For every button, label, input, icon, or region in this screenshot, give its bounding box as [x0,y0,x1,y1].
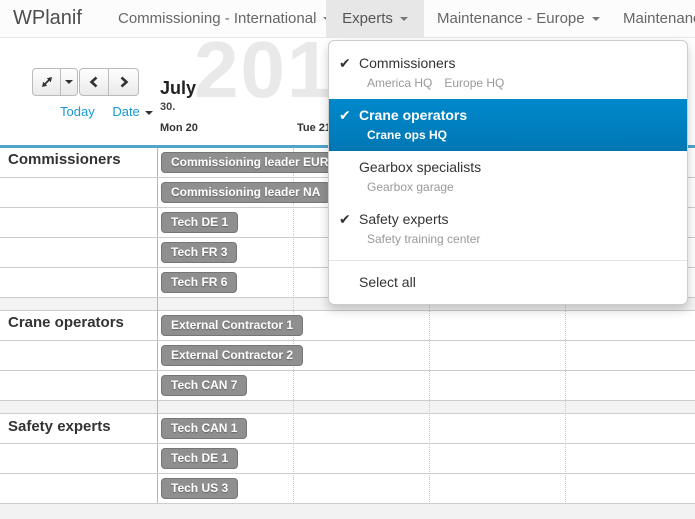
menu-item-gearbox-specialists[interactable]: ✔ Gearbox specialists Gearbox garage [329,151,687,203]
today-link[interactable]: Today [60,104,95,119]
menu-item-label: Crane operators [359,105,467,125]
check-icon: ✔ [329,53,359,73]
menu-item-commissioners[interactable]: ✔ Commissioners America HQ Europe HQ [329,47,687,99]
resource-bar[interactable]: Tech CAN 7 [161,375,247,396]
check-icon: ✔ [329,209,359,229]
caret-down-icon [65,80,73,84]
nav-item-experts[interactable]: Experts [326,0,424,37]
site-label: Gearbox garage [367,180,454,194]
menu-item-label: Select all [359,272,416,292]
nav-item-maintenance-europe[interactable]: Maintenance - Europe [423,0,614,37]
resource-bar[interactable]: Commissioning leader NA [161,182,330,203]
menu-divider [329,260,687,261]
resource-bar[interactable]: Tech CAN 1 [161,418,247,439]
date-link-label: Date [112,104,139,119]
table-row[interactable]: Tech US 3 [0,474,695,504]
next-button[interactable] [109,68,139,96]
resource-bar[interactable]: External Contractor 1 [161,315,303,336]
chevron-left-icon [88,75,100,89]
nav-item-maintenance-2[interactable]: Maintenance - [609,0,695,37]
chevron-right-icon [118,75,130,89]
resource-bar[interactable]: Tech FR 6 [161,272,237,293]
group-label-crane-operators: Crane operators [8,314,124,331]
site-label: Europe HQ [444,76,504,90]
resource-bar[interactable]: External Contractor 2 [161,345,303,366]
top-navbar: WPlanif Commissioning - International Ex… [0,0,695,38]
check-icon: ✔ [329,105,359,125]
group-separator [0,401,695,414]
resource-bar[interactable]: Commissioning leader EUR [161,152,338,173]
nav-item-label: Commissioning - International [118,10,316,27]
menu-item-sites: Safety training center [367,231,687,247]
menu-item-sites: Gearbox garage [367,179,687,195]
menu-item-label: Gearbox specialists [359,157,481,177]
chevron-down-icon [592,17,600,21]
quick-nav-links: Today Date [60,104,153,119]
diagonal-resize-button[interactable] [32,68,61,96]
experts-dropdown-menu: ✔ Commissioners America HQ Europe HQ ✔ Cr… [328,40,688,305]
table-row[interactable]: External Contractor 2 [0,341,695,371]
grid-footer-strip [0,504,695,519]
menu-item-label: Safety experts [359,209,449,229]
menu-item-select-all[interactable]: ✔ Select all [329,266,687,300]
resource-bar[interactable]: Tech FR 3 [161,242,237,263]
day-header-mon-20: Mon 20 [160,122,198,134]
nav-item-label: Maintenance - [623,10,695,27]
month-title: July [160,78,196,99]
app-brand[interactable]: WPlanif [13,0,82,37]
nav-item-label: Maintenance - Europe [437,10,585,27]
nav-item-label: Experts [342,10,393,27]
resource-bar[interactable]: Tech DE 1 [161,212,238,233]
table-row[interactable]: Tech CAN 7 [0,371,695,401]
menu-item-sites: Crane ops HQ [367,127,687,143]
resource-bar[interactable]: Tech DE 1 [161,448,238,469]
group-label-commissioners: Commissioners [8,151,121,168]
group-label-safety-experts: Safety experts [8,418,111,435]
date-link[interactable]: Date [112,104,152,119]
menu-item-safety-experts[interactable]: ✔ Safety experts Safety training center [329,203,687,255]
site-label: Crane ops HQ [367,128,447,142]
site-label: Safety training center [367,232,480,246]
chevron-down-icon [400,17,408,21]
menu-item-sites: America HQ Europe HQ [367,75,687,91]
table-row[interactable]: Tech DE 1 [0,444,695,474]
caret-down-icon [145,111,153,115]
site-label: America HQ [367,76,432,90]
nav-item-commissioning-international[interactable]: Commissioning - International [104,0,345,37]
menu-item-crane-operators[interactable]: ✔ Crane operators Crane ops HQ [329,99,687,151]
menu-item-label: Commissioners [359,53,455,73]
diagonal-resize-icon [40,75,54,89]
resource-bar[interactable]: Tech US 3 [161,478,238,499]
day-header-tue-21: Tue 21 [297,122,331,134]
prev-next-button-group [79,68,139,96]
previous-button[interactable] [79,68,109,96]
zoom-button-group [32,68,78,96]
week-number: 30. [160,101,175,113]
zoom-dropdown-button[interactable] [61,68,78,96]
